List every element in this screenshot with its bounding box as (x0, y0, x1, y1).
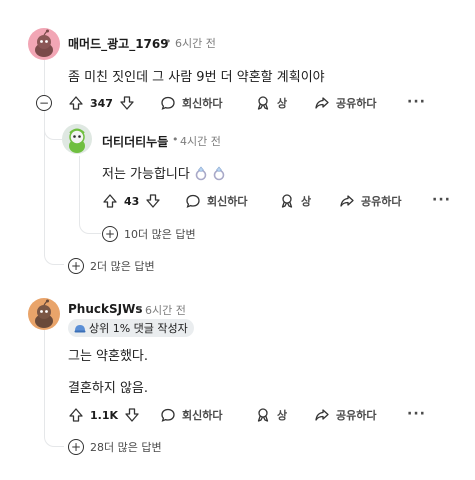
more-replies-button[interactable]: + 28더 많은 답변 (68, 439, 162, 455)
comment-body: 저는 가능합니다 (102, 163, 226, 182)
speech-bubble-icon (161, 408, 175, 422)
share-button[interactable]: 공유하다 (314, 407, 376, 423)
comment-body-line: 그는 약혼했다. (68, 349, 149, 364)
vote-count: 43 (124, 194, 140, 208)
share-arrow-icon (315, 409, 329, 421)
separator-dot: • (136, 302, 143, 315)
reply-button[interactable]: 회신하다 (185, 193, 247, 209)
ellipsis-icon[interactable]: ··· (407, 406, 426, 422)
comment-author[interactable]: 매머드_광고_1769 (68, 35, 169, 52)
reply-label: 회신하다 (182, 409, 223, 422)
upvote-arrow-icon[interactable] (102, 193, 118, 209)
thread-line-curve-reply1 (79, 222, 101, 234)
thread-line-curve-comment1 (44, 255, 64, 265)
award-ribbon-icon (257, 408, 269, 422)
award-label: 상 (301, 195, 312, 208)
award-button[interactable]: 상 (279, 193, 311, 209)
award-ribbon-icon (281, 194, 293, 208)
award-label: 상 (277, 97, 288, 110)
award-ribbon-icon (257, 96, 269, 110)
downvote-arrow-icon[interactable] (119, 95, 135, 111)
speech-bubble-icon (186, 194, 200, 208)
share-label: 공유하다 (361, 195, 402, 208)
upvote-arrow-icon[interactable] (68, 95, 84, 111)
flair-badge-icon (74, 325, 86, 333)
more-replies-label: 28더 많은 답변 (90, 441, 162, 454)
vote-count: 1.1K (90, 408, 119, 422)
vote-group: 43 (102, 193, 161, 209)
reply-label: 회신하다 (207, 195, 248, 208)
thread-line-curve-comment2 (44, 435, 64, 447)
comment-author[interactable]: 더티더티누들 (102, 133, 168, 150)
reply-button[interactable]: 회신하다 (160, 95, 222, 111)
thread-line-comment1 (44, 60, 45, 256)
vote-group: 1.1K (68, 407, 140, 423)
snoo-avatar-icon (35, 299, 53, 328)
speech-bubble-icon (161, 96, 175, 110)
more-replies-label: 2더 많은 답변 (90, 260, 155, 273)
collapse-thread-button[interactable]: − (36, 95, 52, 111)
vote-group: 347 (68, 95, 135, 111)
comment-author[interactable]: PhuckSJWs (68, 302, 142, 316)
share-arrow-icon (315, 97, 329, 109)
award-button[interactable]: 상 (255, 407, 287, 423)
ellipsis-icon[interactable]: ··· (407, 94, 426, 110)
avatar[interactable] (62, 124, 92, 154)
ring-emoji-icon (213, 166, 225, 180)
avatar[interactable] (28, 298, 60, 330)
avatar[interactable] (28, 28, 60, 60)
share-button[interactable]: 공유하다 (314, 95, 376, 111)
award-button[interactable]: 상 (255, 95, 287, 111)
plus-circle-icon: + (68, 258, 84, 274)
reply-button[interactable]: 회신하다 (160, 407, 222, 423)
share-label: 공유하다 (336, 409, 377, 422)
downvote-arrow-icon[interactable] (145, 193, 161, 209)
reply-label: 회신하다 (182, 97, 223, 110)
vote-count: 347 (90, 96, 113, 110)
upvote-arrow-icon[interactable] (68, 407, 84, 423)
snoo-avatar-icon (69, 128, 85, 153)
thread-line-comment2 (44, 330, 45, 436)
more-replies-button[interactable]: + 10더 많은 답변 (102, 226, 196, 242)
thread-line-reply1 (79, 156, 80, 224)
thread-line-reply-connector (44, 128, 62, 140)
comment-time[interactable]: 4시간 전 (180, 133, 221, 149)
separator-dot: • (172, 133, 179, 146)
plus-circle-icon: + (68, 439, 84, 455)
more-replies-button[interactable]: + 2더 많은 답변 (68, 258, 155, 274)
share-arrow-icon (340, 195, 354, 207)
comment-body-text: 저는 가능합니다 (102, 167, 190, 182)
comment-body-line: 결혼하지 않음. (68, 381, 149, 396)
snoo-avatar-icon (35, 29, 53, 57)
user-flair-badge: 상위 1% 댓글 작성자 (68, 319, 194, 337)
comment-time[interactable]: 6시간 전 (175, 35, 216, 51)
comment-time[interactable]: 6시간 전 (145, 302, 186, 318)
share-button[interactable]: 공유하다 (339, 193, 401, 209)
more-replies-label: 10더 많은 답변 (124, 228, 196, 241)
flair-label: 상위 1% 댓글 작성자 (89, 322, 188, 335)
plus-circle-icon: + (102, 226, 118, 242)
ring-emoji-icon (195, 166, 207, 180)
ellipsis-icon[interactable]: ··· (432, 192, 451, 208)
comment-body: 좀 미친 짓인데 그 사람 9번 더 약혼할 계획이야 (68, 70, 325, 85)
share-label: 공유하다 (336, 97, 377, 110)
downvote-arrow-icon[interactable] (124, 407, 140, 423)
separator-dot: • (165, 35, 172, 48)
award-label: 상 (277, 409, 288, 422)
